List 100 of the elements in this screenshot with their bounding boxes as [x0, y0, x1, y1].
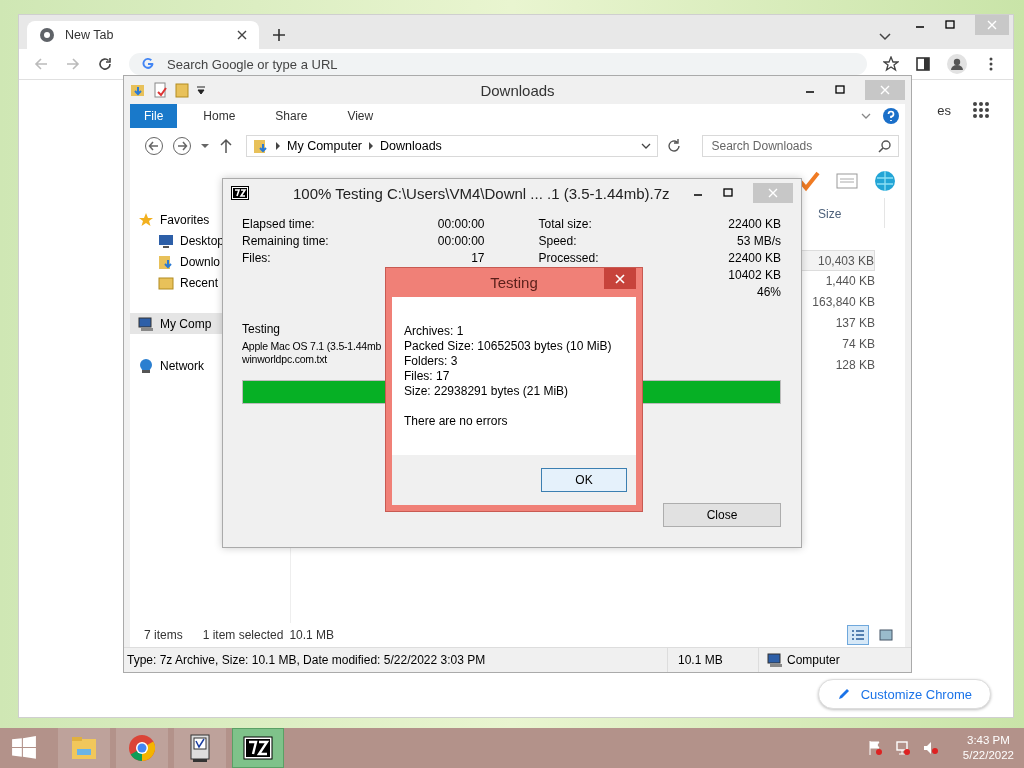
stat-value: 00:00:00: [437, 233, 485, 248]
list-icon: [851, 629, 865, 641]
status-text: Type: 7z Archive, Size: 10.1 MB, Date modified: 5/22/2022 3:03 PM: [127, 653, 487, 667]
item-count: 7 items: [144, 628, 183, 642]
stat-value: 10402 KB: [728, 267, 781, 282]
properties-icon[interactable]: [152, 82, 168, 98]
dialog-title: Testing: [490, 274, 538, 291]
address-field[interactable]: My Computer Downloads: [246, 135, 659, 157]
new-tab-icon[interactable]: [273, 29, 285, 41]
sevenzip-logo-icon: [243, 733, 273, 763]
selection-size: 10.1 MB: [289, 628, 335, 642]
address-input[interactable]: Search Google or type a URL: [165, 55, 855, 73]
search-input[interactable]: Search Downloads: [709, 138, 878, 154]
chevron-down-icon[interactable]: [879, 33, 891, 41]
search-field[interactable]: Search Downloads: [702, 135, 899, 157]
computer-icon: [767, 652, 783, 668]
stat-value: 46%: [756, 284, 781, 299]
summary-line: Files: 17: [404, 369, 451, 384]
help-icon[interactable]: [883, 108, 899, 124]
browser-tab[interactable]: New Tab: [27, 21, 259, 49]
up-arrow-icon[interactable]: [218, 138, 234, 154]
chevron-down-icon[interactable]: [641, 141, 652, 151]
file-name: winworldpc.com.txt: [242, 353, 328, 366]
breadcrumb-item[interactable]: Downloads: [380, 139, 442, 153]
details-view-button[interactable]: [847, 625, 869, 645]
stat-label: Total size:: [538, 216, 592, 231]
speaker-muted-icon[interactable]: [922, 740, 939, 756]
stat-label: Processed:: [538, 250, 599, 265]
size-cell-text: 137 KB: [834, 315, 875, 332]
browser-logo-icon: [127, 733, 157, 763]
star-icon: [138, 211, 154, 228]
stat-value: 53 MB/s: [737, 233, 781, 248]
taskbar-app-button[interactable]: [174, 728, 226, 768]
close-icon: [768, 188, 778, 198]
stat-value: 17: [471, 250, 485, 265]
summary-line: Archives: 1: [404, 324, 465, 339]
folder-icon[interactable]: [130, 82, 146, 98]
sevenzip-logo-icon: [231, 186, 249, 200]
ribbon-tab[interactable]: File: [130, 104, 178, 128]
ribbon-tab[interactable]: View: [333, 104, 388, 128]
size-cell-text: 1,440 KB: [824, 273, 875, 290]
breadcrumb-arrow-icon[interactable]: [275, 142, 281, 150]
tile-icon: [879, 629, 893, 641]
status-size: 10.1 MB: [667, 648, 758, 672]
side-panel-icon[interactable]: [915, 56, 931, 72]
size-cell-text: 163,840 KB: [811, 294, 875, 311]
result-message: There are no errors: [404, 414, 509, 428]
computer-icon: [138, 315, 154, 332]
back-icon[interactable]: [144, 136, 164, 156]
summary-line: Packed Size: 10652503 bytes (10 MiB): [404, 339, 613, 354]
monitor-icon: [158, 232, 174, 249]
network-icon[interactable]: [894, 740, 911, 756]
close-icon: [880, 85, 890, 95]
summary-line: Folders: 3: [404, 354, 459, 369]
taskbar-app-button[interactable]: [232, 728, 284, 768]
folder-icon: [253, 138, 269, 154]
summary-line: Size: 22938291 bytes (21 MiB): [404, 384, 570, 399]
folder-icon: [158, 274, 174, 291]
size-cell-text: 74 KB: [841, 336, 875, 353]
column-header[interactable]: Size: [818, 207, 842, 221]
ribbon-tab[interactable]: Home: [189, 104, 250, 128]
refresh-icon[interactable]: [666, 138, 683, 154]
close-icon: [987, 20, 997, 30]
maximize-icon[interactable]: [835, 85, 845, 95]
address-bar[interactable]: Search Google or type a URL: [129, 53, 867, 75]
search-icon: [878, 139, 892, 153]
network-icon: [138, 357, 154, 374]
file-name: Apple Mac OS 7.1 (3.5-1.44mb: [242, 340, 382, 353]
recent-locations-icon[interactable]: [200, 141, 210, 151]
images-link[interactable]: es: [937, 102, 951, 118]
window-title: Downloads: [479, 81, 556, 99]
windows-start-icon[interactable]: [10, 735, 38, 761]
flag-icon[interactable]: [866, 740, 883, 756]
close-icon: [615, 273, 625, 284]
stat-label: Speed:: [538, 233, 577, 248]
selection-count: 1 item selected: [202, 628, 284, 642]
stat-label: Remaining time:: [242, 233, 329, 248]
customize-chrome-button[interactable]: Customize Chrome: [817, 679, 991, 709]
google-g-icon: [141, 57, 155, 71]
star-icon[interactable]: [883, 56, 899, 72]
breadcrumb-arrow-icon[interactable]: [368, 142, 375, 150]
breadcrumb-item[interactable]: My Computer: [287, 139, 363, 153]
reload-icon[interactable]: [97, 56, 113, 72]
size-cell-text: 128 KB: [834, 357, 875, 374]
maximize-icon[interactable]: [945, 20, 955, 30]
ribbon-tab[interactable]: Share: [261, 104, 322, 128]
close-button[interactable]: Close: [663, 503, 781, 527]
pencil-icon: [836, 687, 851, 701]
tab-title: New Tab: [65, 28, 115, 42]
dropdown-icon[interactable]: [196, 85, 206, 95]
forward-icon[interactable]: [172, 136, 192, 156]
profile-avatar-icon[interactable]: [947, 54, 967, 74]
close-icon[interactable]: [237, 30, 247, 40]
close-button[interactable]: [604, 268, 636, 289]
globe-icon[interactable]: [873, 169, 897, 193]
dialog-title: 100% Testing C:\Users\VM4\Downl ... .1 (3.5-1.44mb).7z: [293, 184, 670, 202]
ok-button[interactable]: OK: [541, 468, 627, 492]
status-location: Computer: [787, 653, 840, 667]
apps-grid-icon[interactable]: [971, 100, 991, 120]
maximize-icon[interactable]: [723, 188, 733, 198]
